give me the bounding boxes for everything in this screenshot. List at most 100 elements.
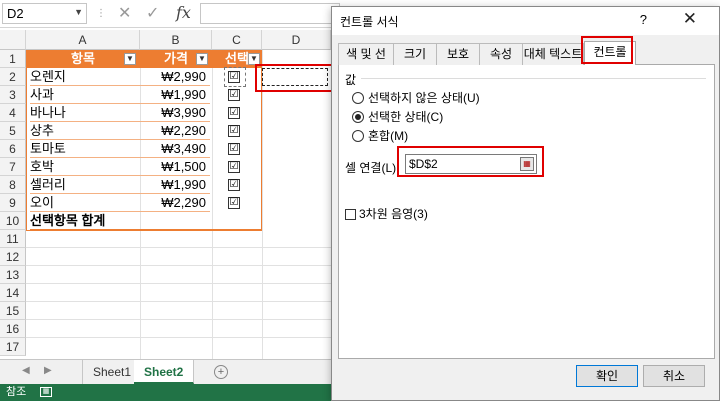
table-cell-price[interactable]: ₩3,490 <box>140 140 210 158</box>
close-icon[interactable]: ✕ <box>683 9 697 29</box>
radio-selected-dot <box>355 114 361 120</box>
tab-size[interactable]: 크기 <box>393 43 437 65</box>
radio-label: 선택한 상태(C) <box>368 110 444 124</box>
table-cell-name[interactable]: 셀러리 <box>30 176 140 194</box>
table-cell-name[interactable]: 오이 <box>30 194 140 212</box>
shading-3d-checkbox[interactable]: 3차원 음영(3) <box>345 207 428 221</box>
gridline <box>262 50 263 359</box>
table-cell-price[interactable]: ₩1,500 <box>140 158 210 176</box>
row-header[interactable]: 2 <box>0 68 26 86</box>
row-header[interactable]: 6 <box>0 140 26 158</box>
radio-checked[interactable]: 선택한 상태(C) <box>352 109 443 125</box>
checkbox-control[interactable]: ☑ <box>228 179 240 191</box>
column-header-b[interactable]: B <box>140 30 212 50</box>
table-cell-name[interactable]: 호박 <box>30 158 140 176</box>
radio-button[interactable] <box>352 111 364 123</box>
radio-mixed[interactable]: 혼합(M) <box>352 128 408 144</box>
cell-link-label: 셀 연결(L): <box>345 161 400 175</box>
formula-bar-grip[interactable]: ⋮ <box>96 8 106 19</box>
row-header[interactable]: 11 <box>0 230 26 248</box>
highlight-box-cell-link <box>397 146 544 177</box>
header-label: 선택 <box>225 51 249 66</box>
tab-protection[interactable]: 보호 <box>436 43 480 65</box>
column-header-d[interactable]: D <box>262 30 331 50</box>
row-header[interactable]: 3 <box>0 86 26 104</box>
row-header[interactable]: 1 <box>0 50 26 68</box>
row-header[interactable]: 14 <box>0 284 26 302</box>
row-header[interactable]: 7 <box>0 158 26 176</box>
table-cell-name[interactable]: 오렌지 <box>30 68 140 86</box>
checkbox[interactable] <box>345 209 356 220</box>
table-cell-name[interactable]: 바나나 <box>30 104 140 122</box>
control-selection-frame[interactable] <box>224 67 246 87</box>
filter-dropdown-icon[interactable]: ▼ <box>196 53 208 65</box>
checkbox-control[interactable]: ☑ <box>228 89 240 101</box>
table-cell-price[interactable]: ₩1,990 <box>140 176 210 194</box>
radio-button[interactable] <box>352 92 364 104</box>
group-divider <box>361 78 706 79</box>
row-header[interactable]: 8 <box>0 176 26 194</box>
radio-label: 혼합(M) <box>368 129 409 143</box>
tab-scroll-left-icon[interactable]: ◀ <box>22 365 30 376</box>
tab-alt-text[interactable]: 대체 텍스트 <box>522 43 584 65</box>
cancel-icon[interactable]: ✕ <box>118 3 131 23</box>
table-cell-price[interactable]: ₩2,990 <box>140 68 210 86</box>
macro-record-icon[interactable]: ▦ <box>40 387 52 397</box>
filter-dropdown-icon[interactable]: ▼ <box>124 53 136 65</box>
name-box[interactable]: D2 ▼ <box>2 3 87 24</box>
table-cell-name[interactable]: 사과 <box>30 86 140 104</box>
radio-button[interactable] <box>352 130 364 142</box>
row-header[interactable]: 16 <box>0 320 26 338</box>
gridline <box>212 50 213 359</box>
dialog-tabs: 색 및 선 크기 보호 속성 대체 텍스트 컨트롤 <box>338 41 715 66</box>
table-cell-price[interactable]: ₩2,290 <box>140 194 210 212</box>
table-header-price[interactable]: 가격 ▼ <box>140 50 212 68</box>
table-header-item[interactable]: 항목 ▼ <box>26 50 140 68</box>
cancel-button[interactable]: 취소 <box>643 365 705 387</box>
table-cell-name[interactable]: 토마토 <box>30 140 140 158</box>
add-sheet-icon[interactable]: + <box>214 365 228 379</box>
row-header[interactable]: 12 <box>0 248 26 266</box>
row-header[interactable]: 4 <box>0 104 26 122</box>
column-header-a[interactable]: A <box>26 30 140 50</box>
table-cell-price[interactable]: ₩3,990 <box>140 104 210 122</box>
highlight-box-tab <box>581 36 633 64</box>
column-header-c[interactable]: C <box>212 30 262 50</box>
value-group-label: 값 <box>345 73 357 87</box>
row-header[interactable]: 10 <box>0 212 26 230</box>
insert-function-icon[interactable]: fx <box>176 3 191 22</box>
chevron-down-icon[interactable]: ▼ <box>74 7 83 17</box>
formula-input[interactable] <box>200 3 340 24</box>
format-control-dialog: 컨트롤 서식 ? ✕ 색 및 선 크기 보호 속성 대체 텍스트 컨트롤 값 선… <box>331 6 720 401</box>
table-cell-price[interactable]: ₩1,990 <box>140 86 210 104</box>
row-header[interactable]: 17 <box>0 338 26 356</box>
header-label: 가격 <box>164 51 188 66</box>
tab-scroll-right-icon[interactable]: ▶ <box>44 365 52 376</box>
control-tab-panel: 값 선택하지 않은 상태(U) 선택한 상태(C) 혼합(M) 셀 연결(L):… <box>338 65 715 359</box>
ok-button[interactable]: 확인 <box>576 365 638 387</box>
radio-unchecked[interactable]: 선택하지 않은 상태(U) <box>352 90 480 106</box>
checkbox-control[interactable]: ☑ <box>228 197 240 209</box>
row-header[interactable]: 13 <box>0 266 26 284</box>
highlight-box-cell <box>255 64 333 92</box>
select-all-corner[interactable] <box>0 30 26 50</box>
enter-icon[interactable]: ✓ <box>146 3 159 23</box>
table-total-row[interactable]: 선택항목 합계 <box>30 212 262 230</box>
tab-sheet2[interactable]: Sheet2 <box>134 360 195 384</box>
tab-colors-lines[interactable]: 색 및 선 <box>338 43 394 65</box>
checkbox-control[interactable]: ☑ <box>228 161 240 173</box>
table-cell-name[interactable]: 상추 <box>30 122 140 140</box>
name-box-value: D2 <box>7 6 24 21</box>
checkbox-control[interactable]: ☑ <box>228 143 240 155</box>
radio-label: 선택하지 않은 상태(U) <box>368 91 480 105</box>
row-header[interactable]: 9 <box>0 194 26 212</box>
row-header[interactable]: 15 <box>0 302 26 320</box>
tab-properties[interactable]: 속성 <box>479 43 523 65</box>
help-icon[interactable]: ? <box>640 12 647 27</box>
dialog-title: 컨트롤 서식 <box>340 15 399 29</box>
dialog-titlebar[interactable]: 컨트롤 서식 ? ✕ <box>332 7 719 35</box>
row-header[interactable]: 5 <box>0 122 26 140</box>
checkbox-control[interactable]: ☑ <box>228 107 240 119</box>
checkbox-control[interactable]: ☑ <box>228 125 240 137</box>
table-cell-price[interactable]: ₩2,290 <box>140 122 210 140</box>
